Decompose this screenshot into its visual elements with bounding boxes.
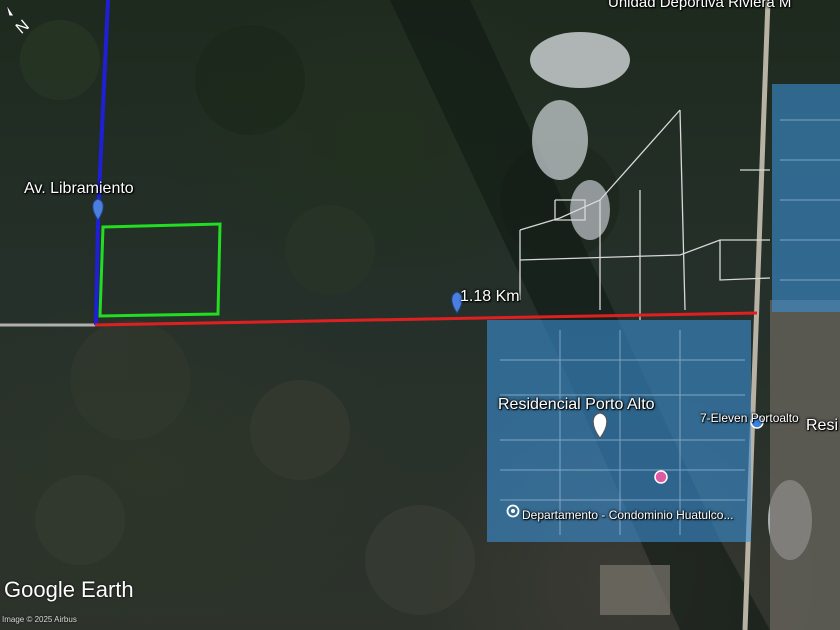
place-label-residencial[interactable]: Residencial Porto Alto — [498, 396, 655, 414]
placemark-pin-icon[interactable] — [92, 198, 104, 221]
urban-area — [600, 565, 670, 615]
svg-text:N: N — [13, 17, 33, 37]
compass-icon[interactable]: N — [0, 0, 40, 40]
urban-area — [770, 300, 840, 630]
google-earth-logo: Google Earth — [4, 577, 134, 602]
parcel-outline[interactable] — [98, 222, 222, 318]
place-label-unidad-deportiva[interactable]: Unidad Deportiva Riviera M — [608, 0, 791, 11]
imagery-credit: Image © 2025 Airbus — [2, 615, 77, 624]
place-label-resi[interactable]: Resi — [806, 417, 838, 435]
zone-northeast — [772, 84, 840, 312]
map-viewport[interactable]: Unidad Deportiva Riviera M Av. Libramien… — [0, 0, 840, 630]
place-label-departamento[interactable]: Departamento - Condominio Huatulco... — [522, 508, 733, 522]
map-overlay — [0, 0, 840, 630]
place-label-seven-eleven[interactable]: 7-Eleven Portoalto — [700, 411, 799, 425]
distance-label: 1.18 Km — [460, 288, 520, 305]
shop-icon[interactable] — [654, 470, 668, 484]
place-label-av-libramiento[interactable]: Av. Libramiento — [24, 180, 134, 198]
